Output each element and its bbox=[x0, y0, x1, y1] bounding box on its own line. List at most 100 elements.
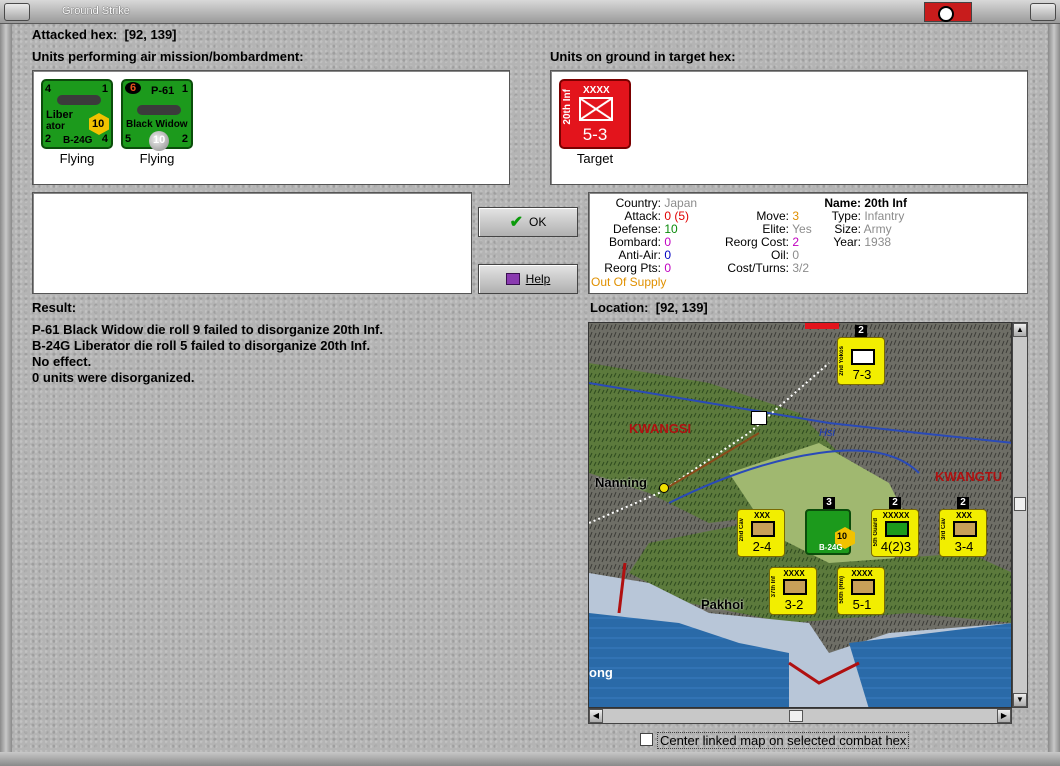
attacked-hex-value: [92, 139] bbox=[124, 27, 177, 42]
scroll-right-icon[interactable]: ▶ bbox=[997, 709, 1011, 723]
counter-top-right: 1 bbox=[101, 83, 108, 95]
air-units-panel: 4 1 Liber ator 10 2 B-24G 4 Flying 6 P-6… bbox=[32, 70, 510, 185]
counter-name-2: ator bbox=[46, 121, 65, 132]
frame-left bbox=[0, 24, 12, 766]
fighter-plane-icon bbox=[137, 99, 181, 119]
stat-reorg-cost: Reorg Cost: 2 bbox=[724, 235, 800, 249]
map-unit[interactable]: 37th Inf XXXX 3-2 bbox=[769, 567, 817, 615]
checkmark-icon: ✔ bbox=[509, 214, 524, 231]
map-unit[interactable]: 50th (Rm) XXXX 5-1 bbox=[837, 567, 885, 615]
ok-button[interactable]: ✔ OK bbox=[478, 207, 578, 237]
stat-defense: Defense: 10 bbox=[612, 222, 678, 236]
counter-defense: 10 bbox=[837, 531, 848, 541]
p61-counter[interactable]: 6 P-61 1 Black Widow 10 5 2 bbox=[121, 79, 193, 151]
stat-size: Size: Army bbox=[834, 222, 892, 236]
river-label: Hsi bbox=[819, 427, 835, 439]
result-line: B-24G Liberator die roll 5 failed to dis… bbox=[32, 338, 371, 353]
stat-type: Type: Infantry bbox=[831, 209, 905, 223]
stack-count-badge: 2 bbox=[855, 325, 867, 337]
map-horizontal-scrollbar[interactable]: ◀ ▶ bbox=[588, 708, 1012, 724]
stat-cost-turns: Cost/Turns: 3/2 bbox=[727, 261, 810, 275]
frame-bottom bbox=[0, 752, 1060, 766]
b24g-status: Flying bbox=[59, 151, 95, 166]
counter-size: XXXX bbox=[583, 85, 610, 96]
counter-model: B-24G bbox=[819, 543, 843, 552]
title-bar: Ground Strike bbox=[0, 0, 1060, 24]
center-map-checkbox-label[interactable]: Center linked map on selected combat hex bbox=[657, 732, 910, 749]
map-unit[interactable]: 3rd Cav XXX 3-4 bbox=[939, 509, 987, 557]
counter-side-label: 20th Inf bbox=[562, 89, 573, 125]
counter-model: P-61 bbox=[151, 85, 175, 97]
map-unit[interactable]: 5th Guard XXXXX 4(2)3 bbox=[871, 509, 919, 557]
close-button[interactable] bbox=[1030, 3, 1056, 21]
counter-defense: 10 bbox=[153, 134, 166, 146]
counter-bottom-right: 2 bbox=[181, 133, 188, 145]
help-button[interactable]: Help bbox=[478, 264, 578, 294]
stat-bombard: Bombard: 0 bbox=[608, 235, 672, 249]
counter-top-left: 4 bbox=[45, 83, 52, 95]
city-label: ong bbox=[589, 665, 613, 680]
result-label: Result: bbox=[32, 300, 77, 315]
infantry-symbol-icon bbox=[579, 97, 613, 121]
result-line: P-61 Black Widow die roll 9 failed to di… bbox=[32, 322, 383, 337]
menu-button[interactable] bbox=[4, 3, 30, 21]
counter-top-left: 6 bbox=[125, 82, 141, 94]
stat-year: Year: 1938 bbox=[833, 235, 892, 249]
ok-label: OK bbox=[529, 215, 547, 229]
scroll-up-icon[interactable]: ▲ bbox=[1013, 323, 1027, 337]
japan-flag-icon bbox=[924, 2, 972, 22]
ground-units-header: Units on ground in target hex: bbox=[550, 49, 736, 64]
counter-value: 5-3 bbox=[582, 125, 608, 144]
location-label: Location: [92, 139] bbox=[590, 300, 708, 315]
unit-stats-panel: Country: Japan Attack: 0 (5) Defense: 10… bbox=[588, 192, 1028, 294]
vertical-scroll-thumb[interactable] bbox=[1014, 497, 1026, 511]
p61-status: Flying bbox=[139, 151, 175, 166]
counter-bottom-right: 4 bbox=[101, 133, 108, 145]
counter-bottom-left: 2 bbox=[45, 133, 52, 145]
location-value: [92, 139] bbox=[655, 300, 708, 315]
region-label: KWANGSI bbox=[629, 421, 692, 436]
target-counter[interactable]: 20th Inf XXXX 5-3 bbox=[559, 79, 631, 149]
map-unit[interactable]: 2nd Cav XXX 2-4 bbox=[737, 509, 785, 557]
counter-bottom-left: 5 bbox=[125, 133, 132, 145]
city-label: Pakhoi bbox=[701, 597, 744, 612]
stat-antiair: Anti-Air: 0 bbox=[618, 248, 672, 262]
map-air-unit[interactable]: 10 B-24G bbox=[805, 509, 855, 555]
frame-right bbox=[1048, 24, 1060, 766]
target-status: Target bbox=[576, 151, 614, 166]
scroll-left-icon[interactable]: ◀ bbox=[589, 709, 603, 723]
counter-model: B-24G bbox=[63, 135, 93, 146]
city-marker-icon bbox=[659, 483, 669, 493]
supply-status: Out Of Supply bbox=[591, 275, 667, 289]
center-map-checkbox[interactable] bbox=[640, 733, 653, 746]
airfield-icon bbox=[751, 411, 767, 425]
map-unit[interactable]: 2nd Yokos 7-3 bbox=[837, 337, 885, 385]
scroll-down-icon[interactable]: ▼ bbox=[1013, 693, 1027, 707]
result-line: 0 units were disorganized. bbox=[32, 370, 195, 385]
stat-attack: Attack: 0 (5) bbox=[624, 209, 690, 223]
map-vertical-scrollbar[interactable]: ▲ ▼ bbox=[1012, 322, 1028, 708]
help-label: Help bbox=[525, 272, 551, 286]
horizontal-scroll-thumb[interactable] bbox=[789, 710, 803, 722]
stack-count-badge: 2 bbox=[889, 497, 901, 509]
help-book-icon bbox=[505, 273, 520, 285]
b24g-counter[interactable]: 4 1 Liber ator 10 2 B-24G 4 bbox=[41, 79, 113, 149]
counter-name: Black Widow bbox=[126, 119, 188, 130]
stat-oil: Oil: 0 bbox=[771, 248, 800, 262]
stat-reorg-pts: Reorg Pts: 0 bbox=[604, 261, 672, 275]
location-map[interactable]: KWANGSI KWANGTU Nanning Pakhoi ong Hsi 2… bbox=[588, 322, 1012, 708]
stat-move: Move: 3 bbox=[756, 209, 800, 223]
stat-name: Name: 20th Inf bbox=[824, 196, 908, 210]
attacked-hex-label: Attacked hex: [92, 139] bbox=[32, 27, 177, 42]
ground-units-panel: 20th Inf XXXX 5-3 Target bbox=[550, 70, 1028, 185]
stack-count-badge: 3 bbox=[823, 497, 835, 509]
stack-count-badge: 2 bbox=[957, 497, 969, 509]
stat-country: Country: Japan bbox=[615, 196, 698, 210]
air-units-header: Units performing air mission/bombardment… bbox=[32, 49, 304, 64]
bomber-plane-icon bbox=[57, 89, 101, 109]
stat-elite: Elite: Yes bbox=[762, 222, 812, 236]
counter-name: Liber bbox=[46, 109, 73, 121]
message-panel bbox=[32, 192, 472, 294]
region-label: KWANGTU bbox=[935, 469, 1003, 484]
city-label: Nanning bbox=[595, 475, 647, 490]
